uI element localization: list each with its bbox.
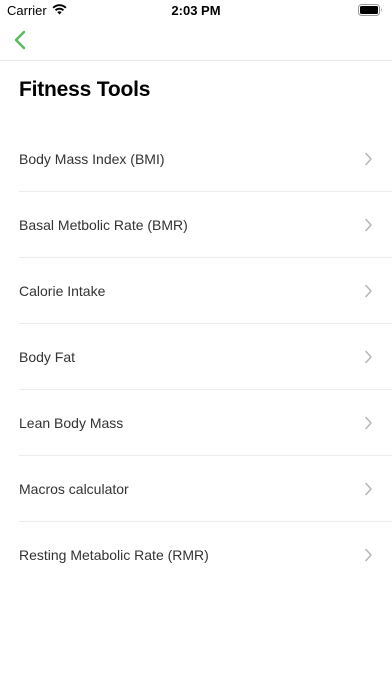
tools-list: Body Mass Index (BMI) Basal Metbolic Rat… [0, 126, 392, 588]
screen: Carrier 2:03 PM Fitness Tools Body Mass … [0, 0, 392, 696]
list-item-label: Lean Body Mass [19, 415, 124, 431]
chevron-right-icon [365, 284, 372, 298]
chevron-right-icon [365, 548, 372, 562]
list-item-lean-body-mass[interactable]: Lean Body Mass [0, 390, 392, 456]
list-item-label: Calorie Intake [19, 283, 106, 299]
chevron-right-icon [365, 482, 372, 496]
chevron-left-icon [14, 30, 26, 50]
status-bar: Carrier 2:03 PM [0, 0, 392, 22]
list-item-label: Resting Metabolic Rate (RMR) [19, 547, 209, 563]
battery-icon [358, 4, 383, 19]
chevron-right-icon [365, 416, 372, 430]
list-item-label: Body Mass Index (BMI) [19, 151, 165, 167]
back-button[interactable] [6, 26, 34, 54]
page-title: Fitness Tools [19, 78, 151, 101]
nav-bar [0, 22, 392, 61]
list-item-bmr[interactable]: Basal Metbolic Rate (BMR) [0, 192, 392, 258]
list-item-macros-calculator[interactable]: Macros calculator [0, 456, 392, 522]
list-item-body-fat[interactable]: Body Fat [0, 324, 392, 390]
list-item-calorie-intake[interactable]: Calorie Intake [0, 258, 392, 324]
list-item-label: Basal Metbolic Rate (BMR) [19, 217, 188, 233]
status-time: 2:03 PM [171, 3, 221, 18]
list-item-label: Body Fat [19, 349, 76, 365]
list-item-rmr[interactable]: Resting Metabolic Rate (RMR) [0, 522, 392, 588]
chevron-right-icon [365, 152, 372, 166]
list-item-bmi[interactable]: Body Mass Index (BMI) [0, 126, 392, 192]
list-item-label: Macros calculator [19, 481, 129, 497]
chevron-right-icon [365, 350, 372, 364]
chevron-right-icon [365, 218, 372, 232]
